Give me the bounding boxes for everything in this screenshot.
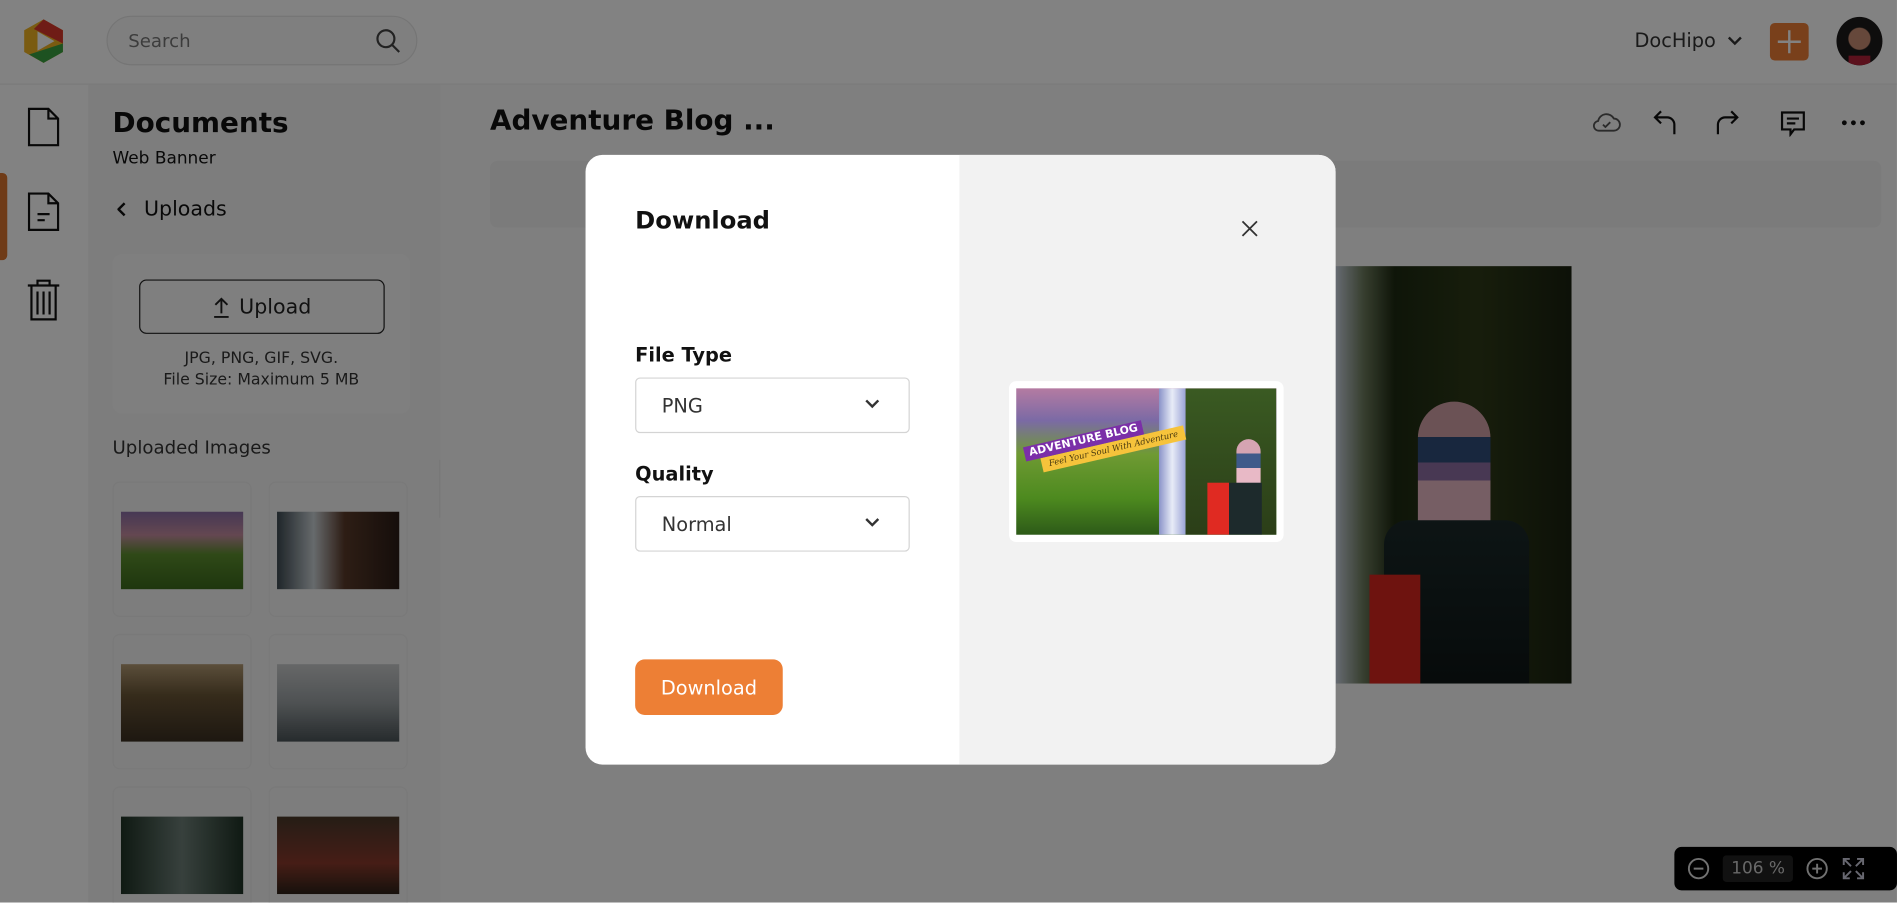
download-modal: Download File Type PNG Quality Normal Do… (585, 154, 1336, 765)
download-preview: ADVENTURE BLOG Feel Your Soul With Adven… (1008, 381, 1284, 542)
close-icon[interactable] (1241, 220, 1258, 237)
chevron-down-icon (865, 518, 880, 527)
chevron-down-icon (865, 399, 880, 409)
quality-label: Quality (635, 462, 714, 486)
modal-title: Download (635, 205, 770, 235)
quality-select[interactable]: Normal (635, 496, 910, 552)
file-type-label: File Type (635, 343, 733, 367)
file-type-select[interactable]: PNG (635, 377, 910, 434)
download-button[interactable]: Download (635, 659, 783, 715)
